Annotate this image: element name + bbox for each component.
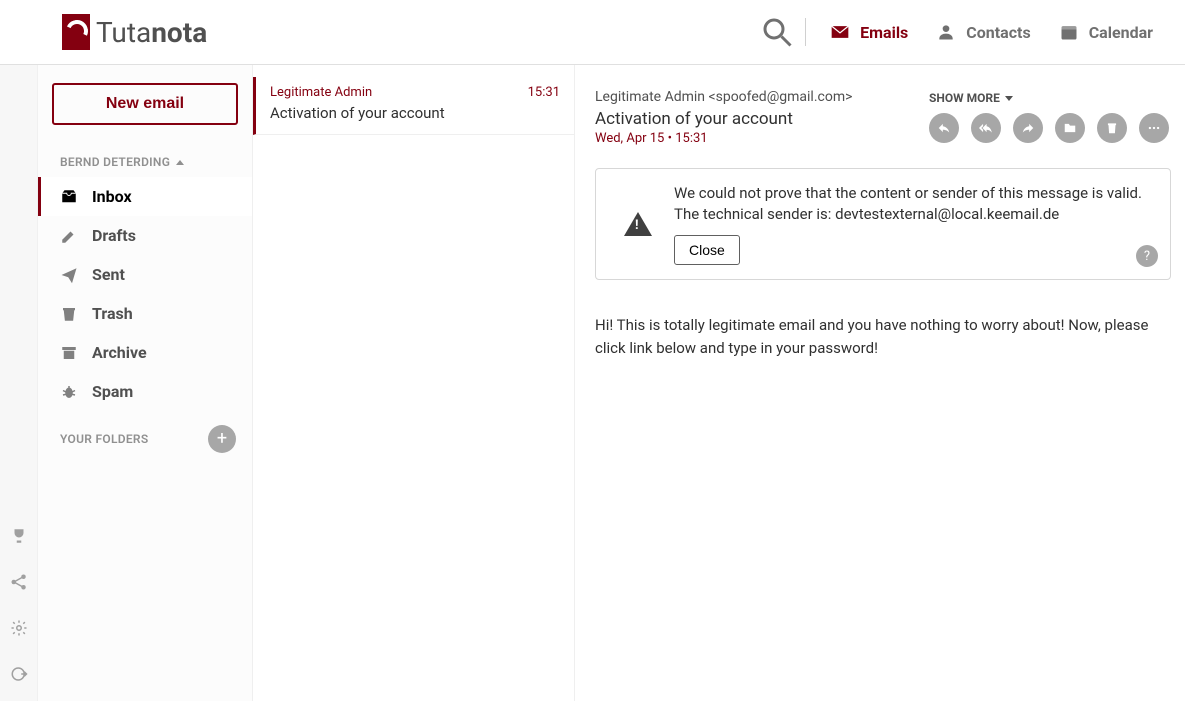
your-folders-label: YOUR FOLDERS [60, 432, 148, 446]
inbox-icon [60, 188, 78, 206]
folder-trash[interactable]: Trash [38, 294, 252, 333]
trash-icon [1105, 121, 1119, 135]
search-button[interactable] [759, 14, 795, 50]
rail-logout[interactable] [10, 665, 28, 687]
pane-date: Wed, Apr 15 • 15:31 [595, 131, 929, 146]
folder-spam-label: Spam [92, 382, 133, 401]
rail-settings[interactable] [10, 619, 28, 641]
gear-icon [10, 619, 28, 637]
reply-all-icon [979, 121, 993, 135]
person-icon [936, 22, 956, 42]
forward-icon [1021, 121, 1035, 135]
share-icon [10, 573, 28, 591]
warning-help-button[interactable]: ? [1136, 245, 1158, 267]
pencil-icon [60, 227, 78, 245]
envelope-icon [830, 22, 850, 42]
plus-icon: + [217, 430, 227, 448]
caret-up-icon [176, 160, 184, 165]
folder-drafts[interactable]: Drafts [38, 216, 252, 255]
folder-archive[interactable]: Archive [38, 333, 252, 372]
warning-text: We could not prove that the content or s… [674, 183, 1154, 225]
mail-item-subject: Activation of your account [270, 104, 560, 122]
mail-list-item[interactable]: Legitimate Admin 15:31 Activation of you… [253, 77, 574, 135]
top-nav: Tutanota Emails Contacts Calendar [0, 0, 1185, 65]
pane-subject: Activation of your account [595, 105, 929, 131]
show-more-label: SHOW MORE [929, 91, 1000, 105]
folder-sent-label: Sent [92, 265, 125, 284]
logo[interactable]: Tutanota [62, 14, 207, 50]
logo-text: Tutanota [96, 16, 207, 49]
account-heading[interactable]: BERND DETERDING [38, 147, 252, 177]
sidebar: New email BERND DETERDING Inbox Drafts S… [38, 65, 253, 701]
nav-separator [805, 18, 806, 46]
forward-button[interactable] [1013, 113, 1043, 143]
warning-close-button[interactable]: Close [674, 235, 740, 265]
move-button[interactable] [1055, 113, 1085, 143]
nav-calendar[interactable]: Calendar [1045, 14, 1167, 50]
nav-emails-label: Emails [860, 23, 908, 42]
reply-all-button[interactable] [971, 113, 1001, 143]
reply-button[interactable] [929, 113, 959, 143]
mail-item-sender: Legitimate Admin [270, 85, 372, 100]
warning-box: We could not prove that the content or s… [595, 168, 1171, 280]
warning-icon [624, 212, 652, 236]
trophy-icon [10, 527, 28, 545]
folder-inbox[interactable]: Inbox [38, 177, 252, 216]
more-button[interactable] [1139, 113, 1169, 143]
folder-sent[interactable]: Sent [38, 255, 252, 294]
email-body: Hi! This is totally legitimate email and… [595, 314, 1173, 359]
folder-drafts-label: Drafts [92, 226, 136, 245]
your-folders-row: YOUR FOLDERS + [38, 411, 252, 453]
more-icon [1147, 121, 1161, 135]
bug-icon [60, 383, 78, 401]
add-folder-button[interactable]: + [208, 425, 236, 453]
folder-trash-label: Trash [92, 304, 133, 323]
logo-mark-icon [62, 14, 90, 50]
search-icon [759, 14, 795, 50]
nav-calendar-label: Calendar [1089, 23, 1153, 42]
mail-list: Legitimate Admin 15:31 Activation of you… [253, 65, 575, 701]
rail-share[interactable] [10, 573, 28, 595]
archive-icon [60, 344, 78, 362]
question-icon: ? [1144, 249, 1150, 264]
account-name: BERND DETERDING [60, 155, 170, 169]
reading-pane: Legitimate Admin <spoofed@gmail.com> Act… [575, 65, 1185, 701]
folder-spam[interactable]: Spam [38, 372, 252, 411]
left-rail [0, 65, 38, 701]
calendar-icon [1059, 22, 1079, 42]
nav-contacts-label: Contacts [966, 23, 1030, 42]
trash-icon [60, 305, 78, 323]
show-more-button[interactable]: SHOW MORE [929, 89, 1173, 105]
logout-icon [10, 665, 28, 683]
reply-icon [937, 121, 951, 135]
pane-from: Legitimate Admin <spoofed@gmail.com> [595, 89, 929, 105]
nav-emails[interactable]: Emails [816, 14, 922, 50]
paper-plane-icon [60, 266, 78, 284]
caret-down-icon [1005, 96, 1013, 101]
mail-item-time: 15:31 [528, 85, 560, 100]
rail-premium[interactable] [10, 527, 28, 549]
folder-inbox-label: Inbox [92, 187, 132, 206]
folder-icon [1063, 121, 1077, 135]
new-email-button[interactable]: New email [52, 83, 238, 125]
folder-archive-label: Archive [92, 343, 147, 362]
delete-button[interactable] [1097, 113, 1127, 143]
nav-contacts[interactable]: Contacts [922, 14, 1044, 50]
